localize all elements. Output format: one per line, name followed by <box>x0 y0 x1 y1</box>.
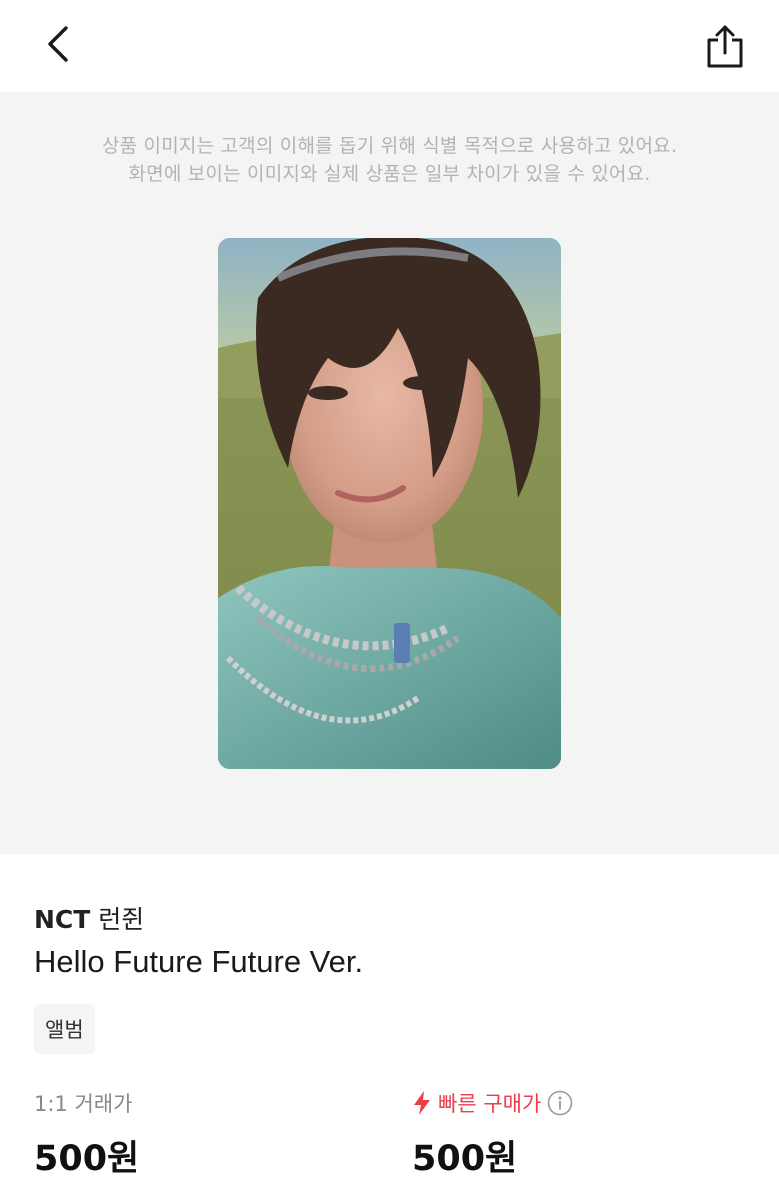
category-tag[interactable]: 앨범 <box>34 1004 95 1054</box>
fast-price-label-row: 빠른 구매가 <box>412 1088 573 1118</box>
fast-price: 빠른 구매가 500원 <box>412 1088 573 1181</box>
album-title: Hello Future Future Ver. <box>34 944 364 979</box>
share-icon <box>707 25 743 68</box>
fast-price-label: 빠른 구매가 <box>438 1092 542 1116</box>
artist-name[interactable]: NCT 런쥔 <box>34 900 144 936</box>
chevron-left-icon <box>48 26 68 62</box>
lightning-icon <box>414 1091 430 1115</box>
back-button[interactable] <box>36 22 80 66</box>
notice-line-1: 상품 이미지는 고객의 이해를 돕기 위해 식별 목적으로 사용하고 있어요. <box>101 135 678 157</box>
top-bar <box>0 0 779 92</box>
trade-price-label: 1:1 거래가 <box>34 1092 133 1116</box>
photocard-image[interactable] <box>218 238 561 769</box>
product-info: NCT 런쥔 Hello Future Future Ver. 앨범 1:1 거… <box>0 854 779 1200</box>
share-button[interactable] <box>701 20 749 72</box>
member-name: 런쥔 <box>98 905 145 934</box>
info-icon[interactable] <box>547 1090 573 1116</box>
trade-price: 1:1 거래가 500원 <box>34 1088 139 1181</box>
group-name: NCT <box>34 905 91 934</box>
fast-price-value: 500원 <box>412 1139 518 1179</box>
image-notice: 상품 이미지는 고객의 이해를 돕기 위해 식별 목적으로 사용하고 있어요. … <box>0 132 779 188</box>
notice-line-2: 화면에 보이는 이미지와 실제 상품은 일부 차이가 있을 수 있어요. <box>128 163 651 185</box>
trade-price-value: 500원 <box>34 1139 140 1179</box>
product-image-area: 상품 이미지는 고객의 이해를 돕기 위해 식별 목적으로 사용하고 있어요. … <box>0 92 779 854</box>
